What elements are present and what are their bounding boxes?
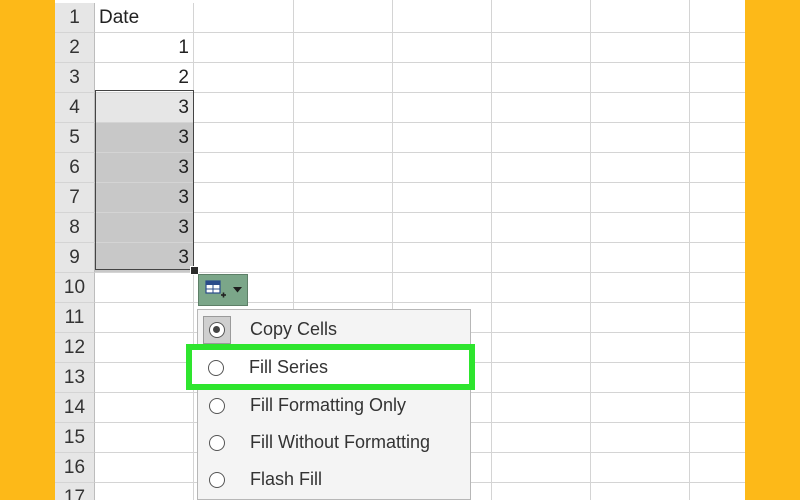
row-header[interactable]: 16 (55, 453, 95, 483)
cell-a7[interactable]: 3 (95, 183, 194, 213)
autofill-options-icon (204, 280, 226, 298)
cell-a8[interactable]: 3 (95, 213, 194, 243)
cell-a10[interactable] (95, 273, 194, 303)
radio-fill-series[interactable] (208, 359, 224, 376)
cell-a15[interactable] (95, 423, 194, 453)
cell-a16[interactable] (95, 453, 194, 483)
autofill-options-button[interactable] (198, 274, 248, 306)
cell-a2[interactable]: 1 (95, 33, 194, 63)
row-header[interactable]: 15 (55, 423, 95, 453)
cell-a11[interactable] (95, 303, 194, 333)
cell-a14[interactable] (95, 393, 194, 423)
cell-a3[interactable]: 2 (95, 63, 194, 93)
row-header[interactable]: 14 (55, 393, 95, 423)
row-header[interactable]: 13 (55, 363, 95, 393)
menu-item-fill-without-formatting[interactable]: Fill Without Formatting (198, 424, 470, 461)
radio-fill-without-formatting[interactable] (209, 434, 225, 451)
row-header[interactable]: 1 (55, 3, 95, 33)
menu-item-label: Fill Series (249, 357, 329, 377)
row-header[interactable]: 2 (55, 33, 95, 63)
row-header[interactable]: 12 (55, 333, 95, 363)
cell-a1[interactable]: Date (95, 3, 194, 33)
menu-item-flash-fill[interactable]: Flash Fill (198, 461, 470, 498)
row-header[interactable]: 10 (55, 273, 95, 303)
menu-item-copy-cells[interactable]: Copy Cells (198, 311, 470, 348)
row-header[interactable]: 5 (55, 123, 95, 153)
menu-item-label: Copy Cells (250, 319, 338, 339)
cell-a6[interactable]: 3 (95, 153, 194, 183)
radio-flash-fill[interactable] (209, 471, 225, 488)
row-header[interactable]: 3 (55, 63, 95, 93)
spreadsheet-grid: 1 2 3 4 5 6 7 8 9 10 11 12 13 14 15 16 1… (55, 0, 745, 500)
row-header[interactable]: 4 (55, 93, 95, 123)
cell-a5[interactable]: 3 (95, 123, 194, 153)
cell-a4[interactable]: 3 (95, 93, 194, 123)
cell-a17[interactable] (95, 483, 194, 500)
highlighted-fill-series[interactable]: Fill Series (197, 349, 469, 386)
row-header[interactable]: 7 (55, 183, 95, 213)
cell-a9[interactable]: 3 (95, 243, 194, 273)
cell-a13[interactable] (95, 363, 194, 393)
row-header[interactable]: 11 (55, 303, 95, 333)
chevron-down-icon (232, 287, 242, 293)
cell-a12[interactable] (95, 333, 194, 363)
row-header[interactable]: 6 (55, 153, 95, 183)
row-header[interactable]: 9 (55, 243, 95, 273)
menu-item-label: Fill Formatting Only (250, 395, 407, 415)
row-header[interactable]: 8 (55, 213, 95, 243)
autofill-options-menu: Copy Cells Fill Series Fill Formatting O… (197, 309, 471, 500)
row-header[interactable]: 17 (55, 483, 95, 500)
menu-item-label: Fill Without Formatting (250, 432, 431, 452)
radio-fill-formatting-only[interactable] (209, 397, 225, 414)
menu-item-fill-formatting-only[interactable]: Fill Formatting Only (198, 387, 470, 424)
radio-copy-cells[interactable] (209, 321, 225, 338)
menu-item-label: Flash Fill (250, 469, 323, 489)
